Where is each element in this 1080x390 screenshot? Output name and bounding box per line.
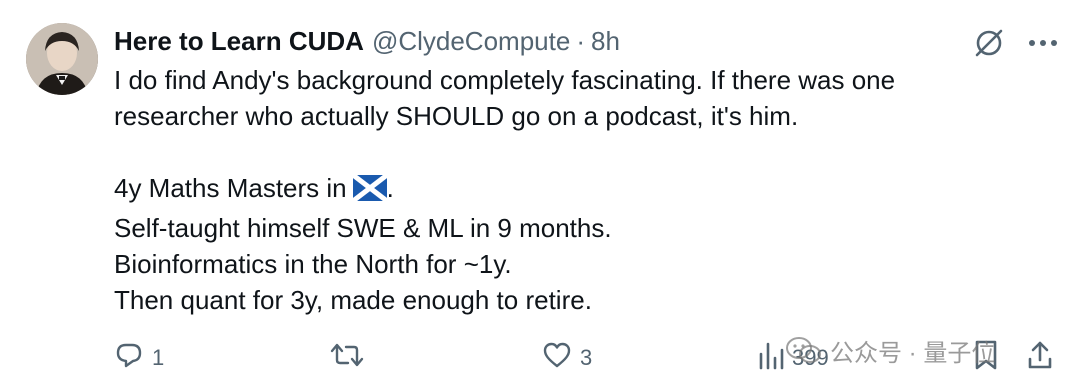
retweet-icon [330,340,364,376]
reply-count: 1 [152,345,165,370]
tweet-line: Then quant for 3y, made enough to retire… [114,285,592,315]
scotland-flag-icon [351,173,389,210]
share-button[interactable] [1026,340,1054,376]
heart-icon [542,340,572,376]
more-icon[interactable] [1028,38,1058,48]
analytics-icon [758,340,784,376]
tweet-line-text: 4y Maths Masters in [114,173,347,203]
user-handle[interactable]: @ClydeCompute [372,24,570,58]
tweet-line-end: . [386,173,394,203]
tweet-line: Self-taught himself SWE & ML in 9 months… [114,213,612,243]
views-button[interactable]: 399 [758,340,829,376]
tweet-text: I do find Andy's background completely f… [114,62,994,318]
tweet-line: I do find Andy's background completely f… [114,65,896,95]
tweet-line: 4y Maths Masters in . [114,170,994,210]
reply-icon [114,340,144,376]
retweet-button[interactable] [330,340,372,376]
reply-button[interactable]: 1 [114,340,164,376]
like-count: 3 [580,345,593,370]
tweet-line: researcher who actually SHOULD go on a p… [114,101,799,131]
bookmark-button[interactable] [972,340,1000,376]
header-icons [972,26,1058,60]
display-name[interactable]: Here to Learn CUDA [114,24,364,58]
tweet-card[interactable]: Here to Learn CUDA @ClydeCompute · 8h I … [0,0,1080,390]
tweet-line: Bioinformatics in the North for ~1y. [114,249,512,279]
grok-icon[interactable] [972,26,1006,60]
separator-dot: · [576,26,585,56]
tweet-header: Here to Learn CUDA @ClydeCompute · 8h [114,24,620,58]
views-count: 399 [792,345,829,370]
action-bar: 1 3 399 [114,340,1060,376]
avatar-image [26,23,98,95]
bookmark-icon [972,339,1000,377]
timestamp[interactable]: 8h [591,24,620,58]
like-button[interactable]: 3 [542,340,592,376]
share-icon [1026,339,1054,377]
avatar[interactable] [26,23,98,95]
